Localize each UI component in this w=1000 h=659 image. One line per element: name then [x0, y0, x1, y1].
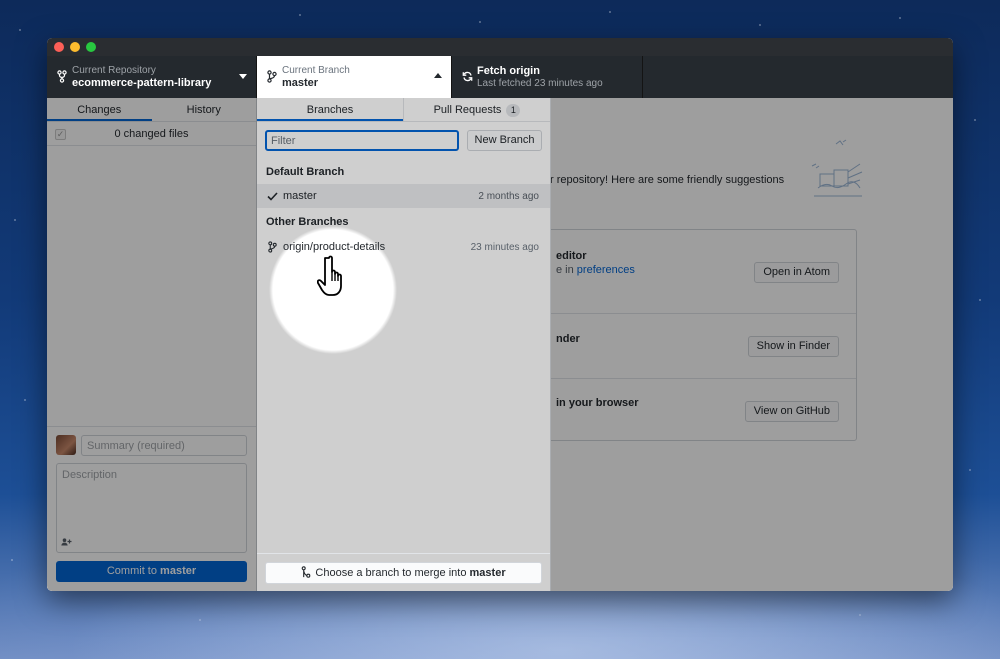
close-window-button[interactable] [54, 42, 64, 52]
sync-icon [461, 69, 473, 83]
merge-branch-button[interactable]: Choose a branch to merge into master [265, 562, 542, 584]
fetch-origin-button[interactable]: Fetch origin Last fetched 23 minutes ago [452, 56, 643, 98]
branch-item-name: origin/product-details [283, 241, 386, 253]
current-branch-button[interactable]: Current Branch master [257, 56, 452, 98]
fetch-label: Fetch origin [477, 65, 540, 77]
fetch-status: Last fetched 23 minutes ago [477, 78, 603, 89]
branch-item-master[interactable]: master 2 months ago [257, 184, 550, 208]
title-bar [47, 38, 953, 56]
branch-item-time: 23 minutes ago [470, 242, 539, 253]
branch-item-origin-product-details[interactable]: origin/product-details 23 minutes ago [257, 235, 550, 259]
repo-label: Current Repository [72, 65, 156, 76]
merge-footer: Choose a branch to merge into master [257, 553, 550, 591]
branch-dropdown: Branches Pull Requests 1 New Branch Defau… [257, 98, 551, 591]
toolbar: Current Repository ecommerce-pattern-lib… [47, 56, 953, 98]
repo-name: ecommerce-pattern-library [72, 77, 212, 89]
chevron-up-icon [434, 73, 442, 78]
branch-label: Current Branch [282, 65, 350, 76]
merge-icon [302, 566, 311, 578]
branch-icon [267, 241, 278, 253]
branch-filter-input[interactable] [265, 130, 459, 151]
branch-name: master [282, 77, 319, 89]
branch-item-name: master [283, 190, 317, 202]
other-branches-header: Other Branches [266, 216, 349, 228]
pointer-hand-icon [317, 255, 342, 296]
repo-icon [56, 69, 68, 83]
tab-branches[interactable]: Branches [257, 98, 403, 121]
tab-pull-requests[interactable]: Pull Requests 1 [403, 98, 550, 121]
zoom-window-button[interactable] [86, 42, 96, 52]
check-icon [267, 190, 278, 202]
merge-button-prefix: Choose a branch to merge into [315, 567, 467, 579]
app-window: Current Repository ecommerce-pattern-lib… [47, 38, 953, 591]
new-branch-button[interactable]: New Branch [467, 130, 542, 151]
branch-dropdown-tabs: Branches Pull Requests 1 [257, 98, 550, 122]
branch-item-time: 2 months ago [478, 191, 539, 202]
minimize-window-button[interactable] [70, 42, 80, 52]
default-branch-header: Default Branch [266, 166, 345, 178]
tab-pull-requests-label: Pull Requests [433, 104, 502, 116]
chevron-down-icon [239, 74, 247, 79]
branch-icon [266, 69, 278, 83]
merge-button-branch: master [469, 567, 506, 579]
pull-request-count-badge: 1 [506, 104, 521, 117]
current-repository-button[interactable]: Current Repository ecommerce-pattern-lib… [47, 56, 257, 98]
